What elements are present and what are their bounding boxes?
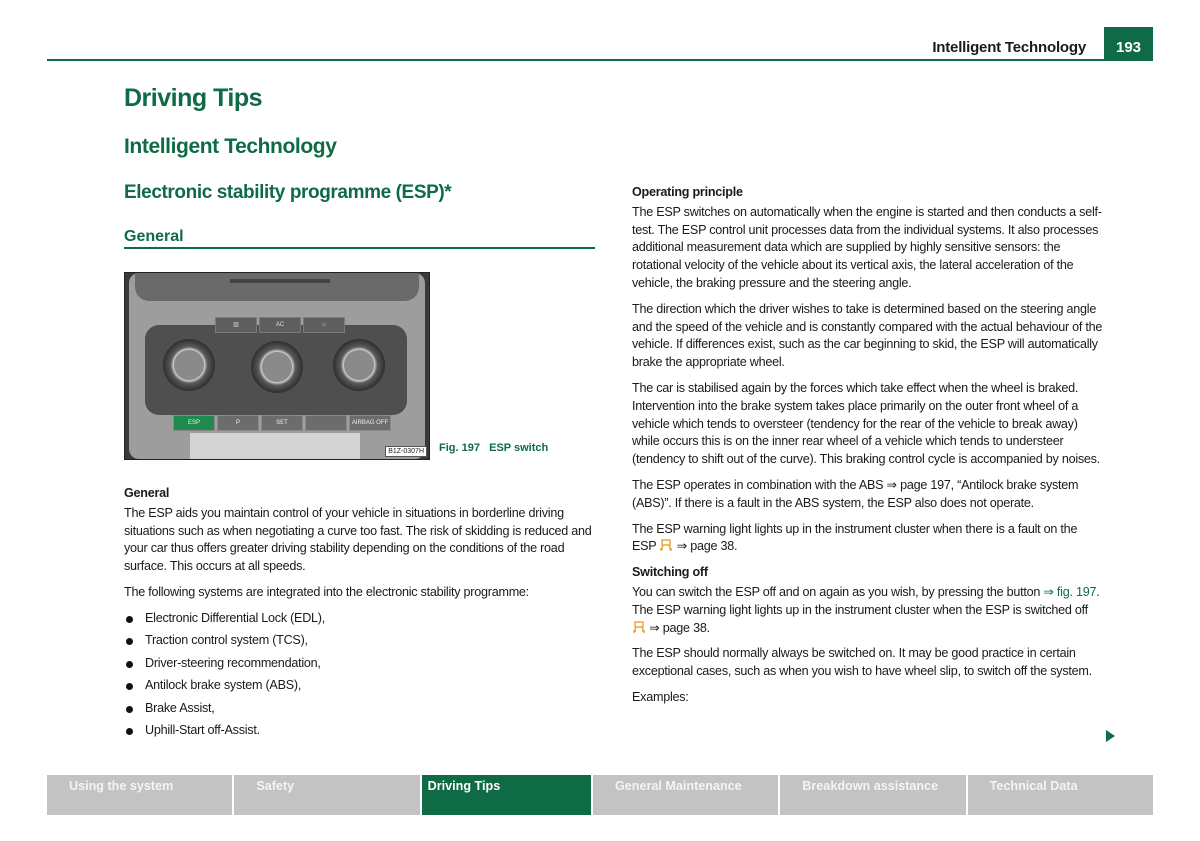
- abs-text-post: . If there is a fault in the ABS system,…: [668, 495, 1034, 510]
- tab-general-maintenance[interactable]: General Maintenance: [592, 775, 779, 815]
- list-item: Electronic Differential Lock (EDL),: [124, 610, 596, 633]
- air-distribution-knob: [333, 339, 385, 391]
- general-paragraph: The ESP aids you maintain control of you…: [124, 505, 592, 574]
- examples-label: Examples:: [632, 689, 689, 704]
- switching-off-heading: Switching off: [632, 565, 708, 580]
- abs-paragraph: The ESP operates in combination with the…: [632, 477, 1104, 513]
- recirculation-button-icon: ⌂: [303, 317, 345, 333]
- climate-buttons: ▥ AC ⌂: [215, 317, 345, 333]
- ac-button: AC: [259, 317, 301, 333]
- chapter-tabs: Using the system Safety Driving Tips Gen…: [47, 775, 1153, 815]
- esp-warning-light-icon: [633, 620, 645, 633]
- header-rule: [47, 59, 1153, 61]
- subtopic-heading: General: [124, 228, 184, 245]
- operating-paragraph-1: The ESP switches on automatically when t…: [632, 204, 1102, 290]
- topic-heading: Electronic stability programme (ESP)*: [124, 182, 452, 203]
- subtopic-rule: [124, 247, 595, 249]
- continue-arrow-icon: [1106, 730, 1115, 742]
- blank-switch: [305, 415, 347, 431]
- operating-paragraph-3: The car is stabilised again by the force…: [632, 380, 1100, 467]
- seat-heating-set-button: SET: [261, 415, 303, 431]
- chapter-heading: Driving Tips: [124, 84, 263, 112]
- operating-paragraph-2: The direction which the driver wishes to…: [632, 301, 1103, 370]
- abs-text-pre: The ESP operates in combination with the…: [632, 477, 887, 492]
- cd-slot: [230, 279, 330, 283]
- switch-row: ESP P SET AIRBAG OFF: [173, 415, 391, 431]
- warning-light-paragraph: The ESP warning light lights up in the i…: [632, 521, 1104, 557]
- systems-list: Electronic Differential Lock (EDL), Trac…: [124, 610, 596, 745]
- temperature-knob: [163, 339, 215, 391]
- tab-breakdown-assistance[interactable]: Breakdown assistance: [780, 775, 966, 815]
- storage-tray: [190, 433, 360, 459]
- tab-safety[interactable]: Safety: [234, 775, 420, 815]
- tab-technical-data[interactable]: Technical Data: [967, 775, 1153, 815]
- switching-page-reference[interactable]: ⇒ page 38.: [646, 621, 710, 635]
- esp-warning-light-icon: [660, 539, 673, 552]
- radio-unit: [135, 273, 419, 301]
- section-heading: Intelligent Technology: [124, 135, 337, 158]
- switching-text-pre: You can switch the ESP off and on again …: [632, 584, 1044, 599]
- tab-using-the-system[interactable]: Using the system: [47, 775, 233, 815]
- left-column: General The ESP aids you maintain contro…: [124, 485, 596, 745]
- rear-defrost-button-icon: ▥: [215, 317, 257, 333]
- operating-principle-heading: Operating principle: [632, 185, 743, 199]
- tab-driving-tips[interactable]: Driving Tips: [421, 775, 591, 815]
- switching-paragraph: You can switch the ESP off and on again …: [632, 584, 1104, 637]
- figure-image-code: B1Z-0307H: [385, 446, 427, 457]
- figure-caption: Fig. 197 ESP switch: [439, 442, 549, 454]
- systems-intro: The following systems are integrated int…: [124, 584, 529, 599]
- list-item: Driver-steering recommendation,: [124, 655, 596, 678]
- general-heading: General: [124, 486, 170, 500]
- right-column: Operating principle The ESP switches on …: [632, 184, 1104, 715]
- parking-aid-button: P: [217, 415, 259, 431]
- fan-speed-knob: [251, 341, 303, 393]
- list-item: Brake Assist,: [124, 700, 596, 723]
- esp-switch-figure: ▥ AC ⌂ ESP P SET AIRBAG OFF B1Z-0307H: [124, 272, 430, 460]
- airbag-off-indicator: AIRBAG OFF: [349, 415, 391, 431]
- warning-page-reference[interactable]: ⇒ page 38.: [673, 539, 738, 553]
- list-item: Traction control system (TCS),: [124, 632, 596, 655]
- figure-link[interactable]: ⇒ fig. 197: [1043, 585, 1096, 599]
- normal-paragraph: The ESP should normally always be switch…: [632, 646, 1092, 679]
- running-header-title: Intelligent Technology: [932, 39, 1086, 56]
- list-item: Uphill-Start off-Assist.: [124, 722, 596, 745]
- esp-switch-button: ESP: [173, 415, 215, 431]
- page-number: 193: [1104, 27, 1153, 61]
- list-item: Antilock brake system (ABS),: [124, 677, 596, 700]
